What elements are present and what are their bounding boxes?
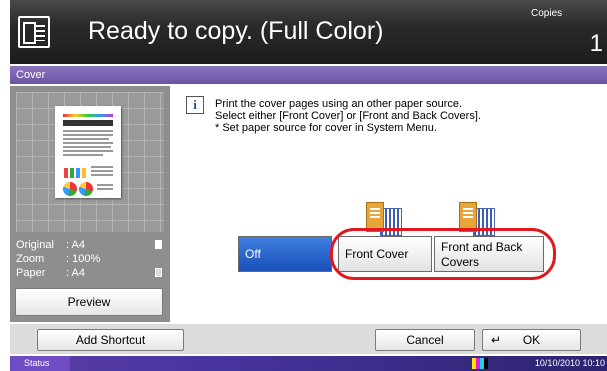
preview-panel: Original : A4 Zoom : 100% Paper : A4 Pre… bbox=[10, 86, 170, 322]
copy-mode-icon bbox=[18, 16, 50, 48]
pie-chart-icon bbox=[63, 182, 77, 196]
off-option-button[interactable]: Off bbox=[238, 236, 332, 272]
enter-icon: ↵ bbox=[491, 333, 502, 347]
preview-area bbox=[16, 92, 164, 232]
info-icon: i bbox=[186, 96, 204, 114]
instruction-message: Print the cover pages using an other pap… bbox=[215, 98, 481, 134]
pie-chart-icon bbox=[79, 182, 93, 196]
paper-tray-icon bbox=[155, 268, 162, 277]
screen-title-bar: Cover bbox=[10, 66, 607, 84]
ok-button[interactable]: ↵ OK bbox=[482, 329, 581, 351]
page-title: Ready to copy. (Full Color) bbox=[88, 17, 384, 45]
footer-bar: Add Shortcut Cancel ↵ OK bbox=[10, 324, 607, 354]
status-button[interactable]: Status bbox=[10, 356, 70, 371]
annotation-highlight bbox=[330, 228, 556, 280]
document-thumbnail bbox=[55, 106, 121, 198]
add-shortcut-button[interactable]: Add Shortcut bbox=[37, 329, 184, 351]
header-bar: Ready to copy. (Full Color) Copies 1 bbox=[10, 0, 607, 64]
status-bar: Status 10/10/2010 10:10 bbox=[10, 356, 607, 371]
copy-screen: Ready to copy. (Full Color) Copies 1 Cov… bbox=[10, 0, 607, 371]
bar-chart-icon bbox=[64, 164, 86, 178]
date-time: 10/10/2010 10:10 bbox=[534, 358, 605, 368]
preview-button[interactable]: Preview bbox=[15, 288, 163, 316]
original-page-icon bbox=[155, 240, 162, 249]
toner-level-icon bbox=[472, 358, 488, 369]
cancel-button[interactable]: Cancel bbox=[375, 329, 475, 351]
copies-label: Copies bbox=[531, 8, 563, 19]
copies-count: 1 bbox=[589, 30, 603, 57]
